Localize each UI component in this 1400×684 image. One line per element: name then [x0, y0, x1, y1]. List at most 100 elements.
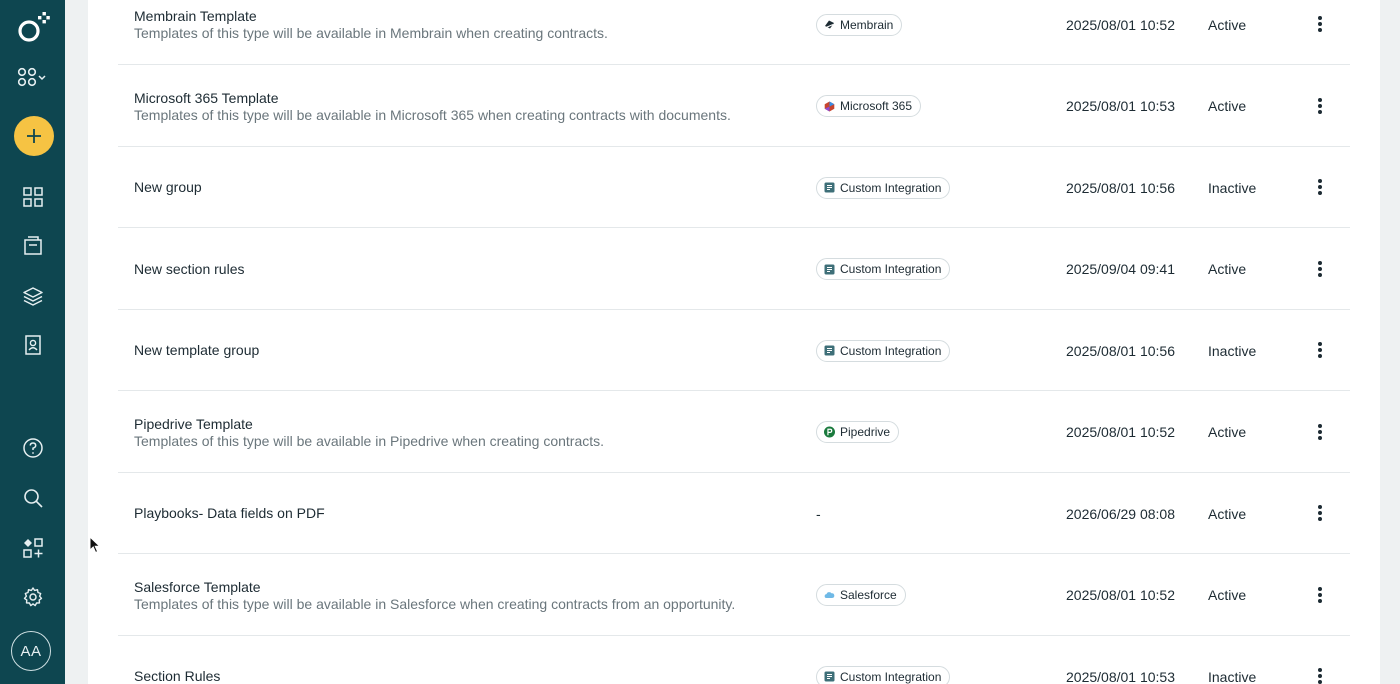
table-row[interactable]: Playbooks- Data fields on PDF - 2026/06/29…	[118, 473, 1350, 554]
avatar[interactable]: AA	[11, 631, 51, 671]
table-row[interactable]: New template group Custom Integration 2025…	[118, 310, 1350, 391]
more-vertical-icon[interactable]	[1308, 338, 1332, 362]
template-name[interactable]: Section Rules	[134, 668, 794, 684]
salesforce-icon	[824, 590, 835, 601]
updated-date: 2025/08/01 10:53	[1066, 98, 1175, 114]
updated-date: 2025/08/01 10:53	[1066, 668, 1175, 684]
more-vertical-icon[interactable]	[1308, 94, 1332, 118]
table-row[interactable]: Membrain Template Templates of this type …	[118, 0, 1350, 65]
integration-label: Custom Integration	[840, 343, 942, 358]
status-text: Active	[1208, 98, 1247, 114]
membrain-icon	[824, 19, 835, 30]
documents-icon[interactable]	[0, 226, 65, 266]
left-gutter	[65, 0, 88, 684]
custom-integration-icon	[824, 182, 835, 193]
table-row[interactable]: New group Custom Integration 2025/08/01 10…	[118, 147, 1350, 228]
status-text: Inactive	[1208, 668, 1257, 684]
dashboard-grid-icon[interactable]	[0, 177, 65, 217]
integration-cell: Pipedrive	[816, 392, 900, 473]
integration-empty: -	[816, 505, 821, 522]
templates-table: Membrain Template Templates of this type …	[88, 0, 1380, 684]
table-row[interactable]: Section Rules Custom Integration 2025/08/0…	[118, 636, 1350, 684]
integration-cell: Custom Integration	[816, 636, 951, 684]
integration-badge: Custom Integration	[816, 339, 951, 362]
table-row[interactable]: Salesforce Template Templates of this typ…	[118, 555, 1350, 636]
updated-date: 2025/08/01 10:52	[1066, 16, 1175, 33]
custom-integration-icon	[824, 671, 835, 682]
template-name[interactable]: Playbooks- Data fields on PDF	[134, 505, 794, 522]
mouse-cursor-icon	[89, 535, 101, 559]
integration-cell: Custom Integration	[816, 229, 951, 310]
brand-logo-icon[interactable]	[0, 8, 65, 48]
template-description: Templates of this type will be available…	[134, 595, 736, 612]
integration-badge: Custom Integration	[816, 176, 951, 199]
template-name[interactable]: Membrain Template	[134, 8, 794, 25]
integration-badge: Membrain	[816, 13, 903, 36]
updated-date: 2025/09/04 09:41	[1066, 261, 1175, 277]
integration-cell: Custom Integration	[816, 147, 951, 228]
sidebar: AA	[0, 0, 65, 684]
integration-badge: Salesforce	[816, 584, 906, 606]
status-text: Inactive	[1208, 342, 1257, 359]
template-name[interactable]: New template group	[134, 342, 794, 359]
integration-label: Custom Integration	[840, 669, 942, 684]
search-icon[interactable]	[0, 478, 65, 518]
help-icon[interactable]	[0, 428, 65, 468]
apps-add-icon[interactable]	[0, 528, 65, 568]
updated-date: 2025/08/01 10:52	[1066, 424, 1175, 440]
integration-cell: Membrain	[816, 0, 903, 65]
add-button[interactable]	[14, 116, 54, 156]
integration-label: Custom Integration	[840, 262, 942, 276]
template-description: Templates of this type will be available…	[134, 432, 605, 449]
template-name-cell: Section Rules	[134, 636, 794, 684]
more-vertical-icon[interactable]	[1308, 175, 1332, 199]
template-name-cell: Pipedrive Template Templates of this type…	[134, 392, 794, 473]
status-text: Active	[1208, 587, 1247, 603]
template-name[interactable]: New section rules	[134, 261, 794, 278]
template-name[interactable]: Salesforce Template	[134, 579, 794, 596]
pipedrive-icon	[824, 426, 835, 438]
integration-label: Microsoft 365	[840, 99, 913, 113]
more-vertical-icon[interactable]	[1308, 12, 1332, 36]
status-text: Active	[1208, 261, 1247, 277]
more-vertical-icon[interactable]	[1308, 501, 1332, 525]
more-vertical-icon[interactable]	[1308, 420, 1332, 444]
integration-badge: Custom Integration	[816, 258, 951, 280]
status-text: Inactive	[1208, 179, 1257, 196]
more-vertical-icon[interactable]	[1308, 583, 1332, 607]
integration-badge: Pipedrive	[816, 421, 900, 443]
integration-cell: Salesforce	[816, 555, 906, 636]
updated-date: 2025/08/01 10:52	[1066, 587, 1175, 603]
more-vertical-icon[interactable]	[1308, 664, 1332, 684]
settings-gear-icon[interactable]	[0, 577, 65, 617]
integration-label: Custom Integration	[840, 180, 942, 195]
template-name-cell: Salesforce Template Templates of this typ…	[134, 555, 794, 636]
table-row[interactable]: New section rules Custom Integration 2025/…	[118, 229, 1350, 310]
template-name-cell: Membrain Template Templates of this type …	[134, 0, 794, 65]
status-text: Active	[1208, 505, 1247, 522]
template-description: Templates of this type will be available…	[134, 106, 731, 123]
microsoft-365-icon	[824, 101, 835, 112]
integration-cell: Microsoft 365	[816, 66, 922, 147]
more-vertical-icon[interactable]	[1308, 257, 1332, 281]
template-name-cell: New group	[134, 147, 794, 228]
contacts-book-icon[interactable]	[0, 325, 65, 365]
custom-integration-icon	[824, 345, 835, 356]
layers-icon[interactable]	[0, 276, 65, 316]
template-description: Templates of this type will be available…	[134, 25, 608, 41]
integration-cell: -	[816, 473, 821, 554]
workspace-switch-icon[interactable]	[0, 58, 65, 98]
template-name[interactable]: Pipedrive Template	[134, 416, 794, 433]
template-name[interactable]: New group	[134, 179, 794, 196]
template-name-cell: New section rules	[134, 229, 794, 310]
integration-label: Membrain	[840, 17, 894, 32]
template-name-cell: Microsoft 365 Template Templates of this …	[134, 66, 794, 147]
template-name[interactable]: Microsoft 365 Template	[134, 90, 794, 107]
table-row[interactable]: Pipedrive Template Templates of this type…	[118, 392, 1350, 473]
integration-label: Pipedrive	[840, 425, 891, 439]
integration-badge: Microsoft 365	[816, 95, 922, 117]
table-row[interactable]: Microsoft 365 Template Templates of this …	[118, 66, 1350, 147]
status-text: Active	[1208, 424, 1247, 440]
status-text: Active	[1208, 16, 1247, 33]
template-name-cell: Playbooks- Data fields on PDF	[134, 473, 794, 554]
